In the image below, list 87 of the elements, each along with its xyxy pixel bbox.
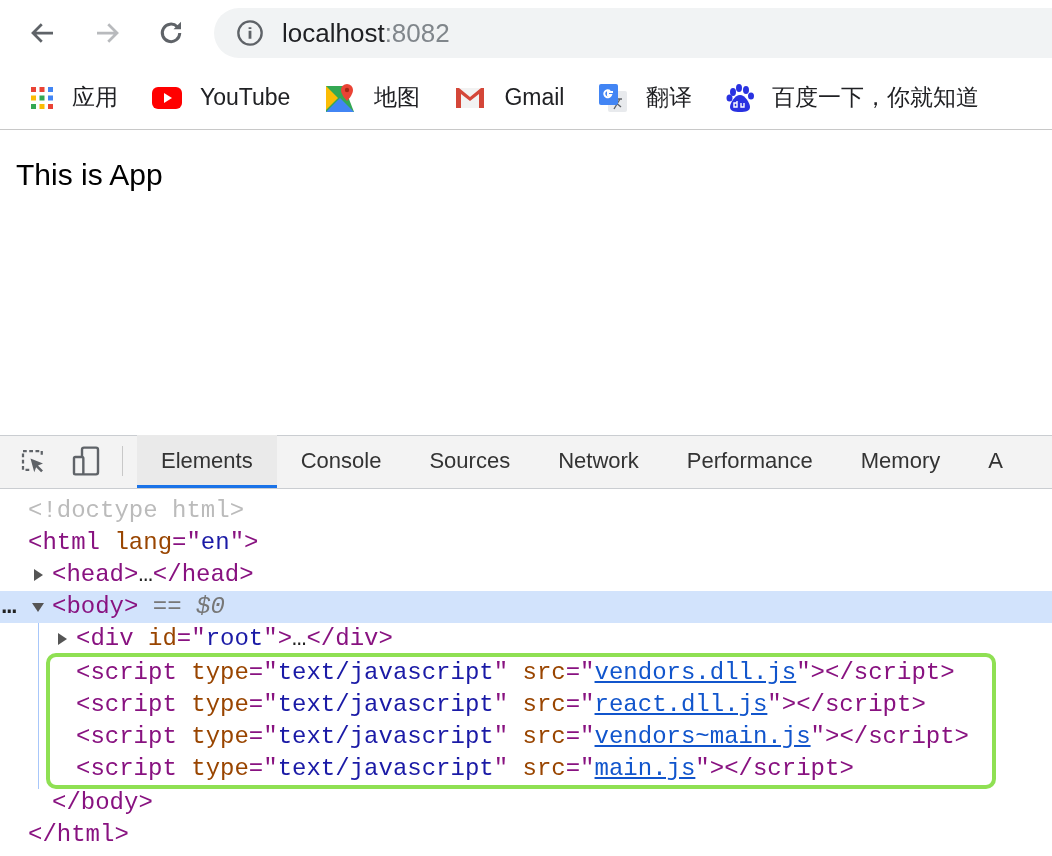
- bookmark-link[interactable]: 翻译: [646, 80, 693, 115]
- html-tag: =": [248, 689, 278, 721]
- devtools-tab[interactable]: Sources: [405, 435, 535, 488]
- devtools-tab[interactable]: Console: [276, 435, 406, 488]
- html-tag: </head>: [152, 559, 254, 591]
- device-toolbar-icon[interactable]: [70, 445, 102, 477]
- translate-icon: [598, 82, 629, 113]
- attribute-name: src: [521, 722, 566, 752]
- devtools-tab[interactable]: A: [964, 435, 1027, 488]
- envelope-icon: [454, 85, 487, 110]
- attribute-value: en: [200, 528, 230, 558]
- html-tag: ": [493, 657, 509, 689]
- html-tag: </html>: [28, 819, 129, 851]
- attribute-value: text/javascript: [277, 754, 494, 784]
- html-tag: =": [176, 623, 206, 655]
- info-icon: [236, 19, 264, 47]
- page-heading: This is App: [16, 157, 163, 193]
- file-link[interactable]: vendors.dll.js: [594, 657, 797, 689]
- collapsed-triangle-icon[interactable]: [56, 633, 68, 645]
- html-tag: ">: [229, 527, 259, 559]
- html-tag: =": [565, 721, 595, 753]
- ellipsis-text: …: [138, 560, 153, 590]
- html-tag: =": [248, 753, 278, 785]
- html-tag: =": [565, 657, 595, 689]
- html-tag: "></script>: [796, 657, 955, 689]
- html-tag: <script: [76, 753, 177, 785]
- attribute-value: text/javascript: [277, 658, 494, 688]
- doctype-text: <!doctype html>: [28, 496, 245, 526]
- html-tag: =": [565, 753, 595, 785]
- attribute-value: root: [205, 624, 264, 654]
- devtools-tab[interactable]: Network: [534, 435, 663, 488]
- collapsed-triangle-icon[interactable]: [32, 569, 44, 581]
- html-tag: <div: [76, 623, 134, 655]
- attribute-name: src: [521, 690, 566, 720]
- attribute-name: type: [190, 690, 249, 720]
- html-tag: =": [172, 527, 201, 559]
- address-bar[interactable]: localhost:8082: [214, 8, 1052, 58]
- attribute-name: type: [190, 754, 249, 784]
- ellipsis-marker: …: [2, 592, 17, 622]
- html-tag: <html: [28, 527, 100, 559]
- url-host: localhost: [282, 16, 385, 50]
- file-link[interactable]: react.dll.js: [594, 689, 768, 721]
- selected-row[interactable]: … <body> == $0: [0, 591, 1052, 623]
- html-tag: "></script>: [810, 721, 969, 753]
- devtools-tab[interactable]: Performance: [662, 435, 837, 488]
- file-link[interactable]: vendors~main.js: [594, 721, 811, 753]
- html-tag: </body>: [52, 787, 153, 819]
- html-tag: =": [248, 721, 278, 753]
- devtools-tab[interactable]: Elements: [137, 435, 277, 488]
- bookmark-link[interactable]: Gmail: [504, 80, 565, 115]
- html-tag: =": [565, 689, 595, 721]
- map-pin-icon: [324, 81, 357, 114]
- html-tag: "></script>: [767, 689, 926, 721]
- html-tag: "></script>: [695, 753, 854, 785]
- attribute-value: text/javascript: [277, 690, 494, 720]
- bookmark-link[interactable]: 应用: [72, 80, 118, 115]
- html-tag: <script: [76, 689, 177, 721]
- html-tag: <body>: [52, 591, 139, 623]
- attribute-name: id: [147, 624, 177, 654]
- html-tag: =": [248, 657, 278, 689]
- html-tag: ": [493, 721, 509, 753]
- bookmark-link[interactable]: 地图: [374, 80, 421, 115]
- paw-icon: [726, 83, 755, 112]
- html-tag: ">: [263, 623, 293, 655]
- attribute-name: src: [521, 658, 566, 688]
- expanded-triangle-icon[interactable]: [32, 601, 44, 613]
- attribute-name: type: [190, 658, 249, 688]
- html-tag: ": [493, 753, 509, 785]
- file-link[interactable]: main.js: [594, 753, 696, 785]
- devtools-tab[interactable]: Memory: [836, 435, 965, 488]
- attribute-value: text/javascript: [277, 722, 494, 752]
- html-tag: </div>: [306, 623, 393, 655]
- equals-text: ==: [151, 592, 182, 622]
- bookmark-link[interactable]: 百度一下，你就知道: [772, 80, 980, 115]
- html-tag: ": [493, 689, 509, 721]
- html-tag: <script: [76, 657, 177, 689]
- html-tag: <head>: [52, 559, 139, 591]
- selection-reference: $0: [195, 592, 225, 622]
- html-tag: <script: [76, 721, 177, 753]
- ellipsis-text: …: [292, 624, 307, 654]
- attribute-name: src: [521, 754, 566, 784]
- play-button-icon: [152, 86, 182, 109]
- attribute-name: type: [190, 722, 249, 752]
- apps-grid-icon: [30, 85, 54, 110]
- attribute-name: lang: [113, 528, 173, 558]
- bookmark-link[interactable]: YouTube: [200, 80, 291, 115]
- url-port: :8082: [384, 16, 450, 50]
